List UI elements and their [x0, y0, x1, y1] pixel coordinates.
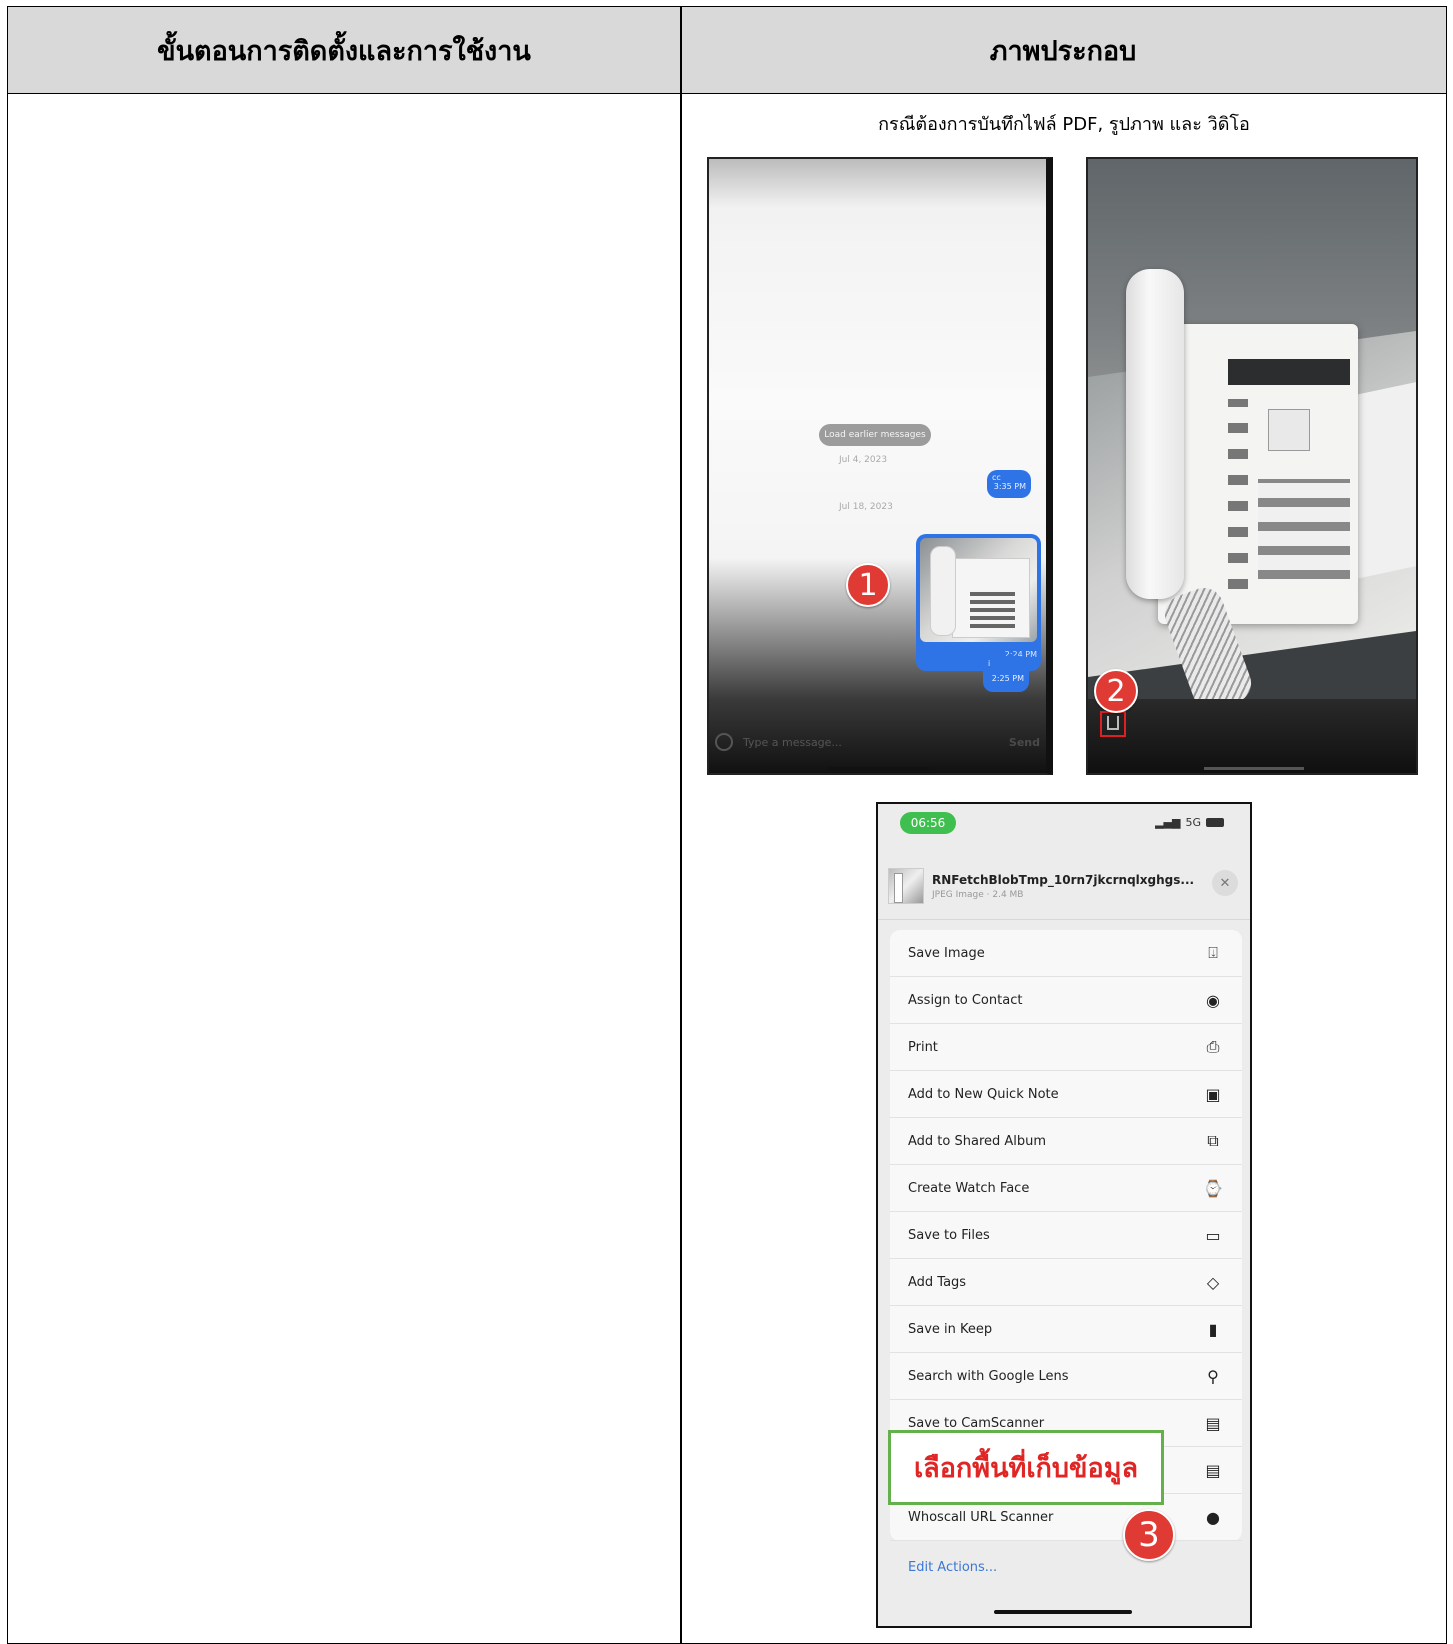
- add-icon[interactable]: [715, 733, 733, 751]
- desk-phone-display: [1228, 359, 1350, 385]
- signal-icon: ▂▄▆: [1155, 816, 1181, 829]
- action-label: Print: [908, 1039, 938, 1055]
- status-icons: ▂▄▆ 5G: [1155, 816, 1224, 829]
- divider: [878, 919, 1250, 920]
- keypad-shape: [970, 588, 1015, 628]
- edit-actions-link[interactable]: Edit Actions...: [908, 1560, 997, 1575]
- message-bubble: i 2:25 PM: [983, 656, 1029, 692]
- home-indicator: [1204, 767, 1304, 770]
- action-item[interactable]: Save Image ⍗: [890, 930, 1242, 977]
- desk-phone-keypad: [1258, 479, 1350, 579]
- action-item[interactable]: Save to Files ▭: [890, 1212, 1242, 1259]
- chat-date: Jul 18, 2023: [839, 502, 893, 512]
- desk-phone-nav-key: [1268, 409, 1310, 451]
- header-illustration: ภาพประกอบ: [989, 36, 1137, 67]
- action-label: Create Watch Face: [908, 1180, 1030, 1196]
- chat-screenshot: Load earlier messages Jul 4, 2023 cc 3:3…: [707, 157, 1053, 775]
- step-marker-3: 3: [1123, 1509, 1175, 1561]
- network-label: 5G: [1185, 816, 1201, 829]
- phone-photo-thumbnail: [920, 538, 1037, 642]
- file-thumbnail: [888, 868, 924, 904]
- file-info: RNFetchBlobTmp_10rn7jkcrnqlxghgs... JPEG…: [932, 873, 1194, 900]
- load-earlier-bubble: Load earlier messages: [819, 424, 931, 446]
- action-item[interactable]: Print ⎙: [890, 1024, 1242, 1071]
- file-subtitle: JPEG Image · 2.4 MB: [932, 889, 1024, 900]
- close-icon: ✕: [1219, 875, 1231, 891]
- action-item[interactable]: Assign to Contact ◉: [890, 977, 1242, 1024]
- action-item[interactable]: Search with Google Lens ⚲: [890, 1353, 1242, 1400]
- action-icon: ●: [1206, 1507, 1220, 1527]
- action-item[interactable]: Add Tags ◇: [890, 1259, 1242, 1306]
- action-icon: ▣: [1205, 1084, 1221, 1104]
- action-icon: ⍗: [1208, 943, 1218, 962]
- action-item[interactable]: Add to New Quick Note ▣: [890, 1071, 1242, 1118]
- action-icon: ⚲: [1207, 1366, 1219, 1386]
- message-input-bar: Type a message... Send: [709, 727, 1046, 757]
- file-header: RNFetchBlobTmp_10rn7jkcrnqlxghgs... JPEG…: [888, 862, 1244, 910]
- action-icon: ▮: [1208, 1319, 1218, 1339]
- home-indicator: [829, 767, 929, 770]
- action-item[interactable]: Create Watch Face ⌚: [890, 1165, 1242, 1212]
- steps-cell: [8, 94, 680, 1643]
- action-icon: ▤: [1205, 1413, 1221, 1433]
- action-icon: ⧉: [1207, 1131, 1219, 1150]
- home-indicator: [994, 1610, 1132, 1614]
- header-steps: ขั้นตอนการติดตั้งและการใช้งาน: [157, 36, 531, 67]
- status-bar: 06:56 ▂▄▆ 5G: [878, 804, 1250, 850]
- callout-label: เลือกพื้นที่เก็บข้อมูล: [888, 1430, 1164, 1505]
- action-label: Save in Keep: [908, 1321, 993, 1337]
- handset-shape: [930, 546, 956, 636]
- action-label: Search with Google Lens: [908, 1368, 1069, 1384]
- desk-phone-handset: [1126, 269, 1184, 599]
- action-label: Add Tags: [908, 1274, 967, 1290]
- message-text: i: [988, 659, 991, 668]
- message-time: 2:25 PM: [991, 674, 1024, 683]
- action-icon: ▤: [1205, 1460, 1221, 1480]
- action-item[interactable]: Add to Shared Album ⧉: [890, 1118, 1242, 1165]
- action-label: Assign to Contact: [908, 992, 1023, 1008]
- photo-message[interactable]: 2:24 PM: [916, 534, 1041, 671]
- action-icon: ◉: [1206, 990, 1220, 1010]
- desk-phone-side-keys: [1228, 399, 1248, 589]
- share-button[interactable]: [1100, 711, 1126, 737]
- viewer-toolbar: [1088, 699, 1416, 773]
- action-label: Save to Files: [908, 1227, 990, 1243]
- step-marker-2: 2: [1094, 669, 1138, 713]
- action-label: Add to New Quick Note: [908, 1086, 1059, 1102]
- action-label: Save to CamScanner: [908, 1415, 1045, 1431]
- step-marker-1: 1: [846, 563, 890, 607]
- action-label: Add to Shared Album: [908, 1133, 1047, 1149]
- action-label: Save Image: [908, 945, 985, 961]
- action-icon: ⌚: [1203, 1178, 1223, 1198]
- message-text: cc: [992, 473, 1001, 482]
- action-icon: ⎙: [1206, 1037, 1220, 1056]
- chat-date: Jul 4, 2023: [839, 455, 888, 465]
- action-icon: ◇: [1206, 1272, 1220, 1292]
- message-time: 3:35 PM: [993, 482, 1026, 491]
- action-icon: ▭: [1205, 1225, 1221, 1245]
- battery-icon: [1206, 818, 1224, 827]
- action-item[interactable]: Save in Keep ▮: [890, 1306, 1242, 1353]
- share-icon: [1107, 716, 1119, 730]
- caption: กรณีต้องการบันทึกไฟล์ PDF, รูปภาพ และ วิ…: [878, 114, 1250, 135]
- message-bubble: cc 3:35 PM: [987, 470, 1031, 498]
- send-button[interactable]: Send: [1009, 736, 1040, 749]
- message-input[interactable]: Type a message...: [743, 736, 842, 749]
- table-header-row: ขั้นตอนการติดตั้งและการใช้งาน ภาพประกอบ: [8, 7, 1446, 94]
- close-button[interactable]: ✕: [1212, 870, 1238, 896]
- file-title: RNFetchBlobTmp_10rn7jkcrnqlxghgs...: [932, 872, 1195, 887]
- status-time: 06:56: [900, 812, 956, 834]
